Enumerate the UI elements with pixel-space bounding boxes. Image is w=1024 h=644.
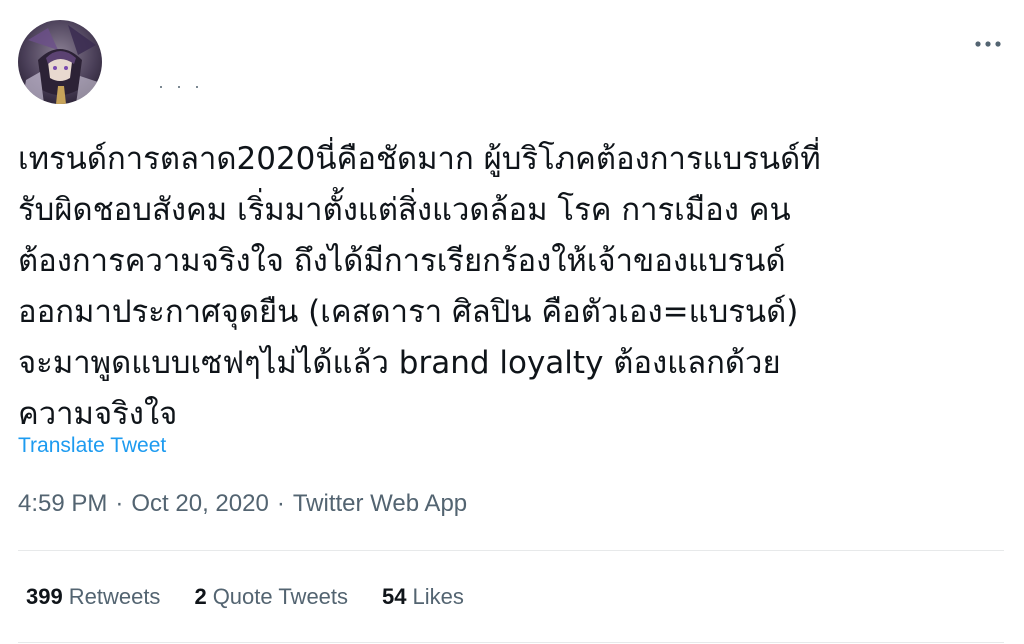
- likes-count: 54: [382, 584, 407, 609]
- tweet-text-line: ต้องการความจริงใจ ถึงได้มีการเรียกร้องให…: [18, 243, 786, 279]
- tweet-text-line: ความจริงใจ: [18, 396, 178, 432]
- tweet-date[interactable]: Oct 20, 2020: [131, 490, 268, 517]
- avatar-image-icon: [18, 20, 102, 104]
- retweets-count: 399: [26, 584, 63, 609]
- tweet-time[interactable]: 4:59 PM: [18, 490, 107, 517]
- quote-tweets-stat[interactable]: 2 Quote Tweets: [194, 582, 348, 612]
- separator: ·: [115, 490, 124, 517]
- separator: ·: [276, 490, 285, 517]
- tweet-text-line: จะมาพูดแบบเซฟๆไม่ได้แล้ว brand loyalty ต…: [18, 345, 781, 381]
- tweet-detail: เทรนด์การตลาด2020นี่คือชัดมาก ผู้บริโภคต…: [0, 0, 1024, 644]
- tweet-text-line: รับผิดชอบสังคม เริ่มมาตั้งแต่สิ่งแวดล้อม…: [18, 192, 791, 228]
- avatar[interactable]: [18, 20, 102, 104]
- more-horizontal-icon: [975, 41, 1001, 47]
- tweet-stats: 399 Retweets 2 Quote Tweets 54 Likes: [26, 582, 498, 612]
- retweets-stat[interactable]: 399 Retweets: [26, 582, 160, 612]
- quote-tweets-label: Quote Tweets: [212, 584, 349, 609]
- retweets-label: Retweets: [68, 584, 161, 609]
- divider: [18, 642, 1004, 643]
- likes-stat[interactable]: 54 Likes: [382, 582, 464, 612]
- translate-tweet-link[interactable]: Translate Tweet: [18, 432, 166, 460]
- likes-label: Likes: [412, 584, 464, 609]
- divider: [18, 550, 1004, 551]
- username-placeholder: [160, 86, 200, 92]
- tweet-text-line: เทรนด์การตลาด2020นี่คือชัดมาก ผู้บริโภคต…: [18, 141, 821, 177]
- quote-tweets-count: 2: [194, 584, 207, 609]
- tweet-source-link[interactable]: Twitter Web App: [293, 490, 467, 517]
- tweet-text-line: ออกมาประกาศจุดยืน (เคสดารา ศิลปิน คือตัว…: [18, 294, 799, 330]
- more-options-button[interactable]: [968, 30, 1008, 58]
- tweet-metadata: 4:59 PM · Oct 20, 2020 · Twitter Web App: [18, 488, 467, 520]
- tweet-text: เทรนด์การตลาด2020นี่คือชัดมาก ผู้บริโภคต…: [18, 134, 1008, 440]
